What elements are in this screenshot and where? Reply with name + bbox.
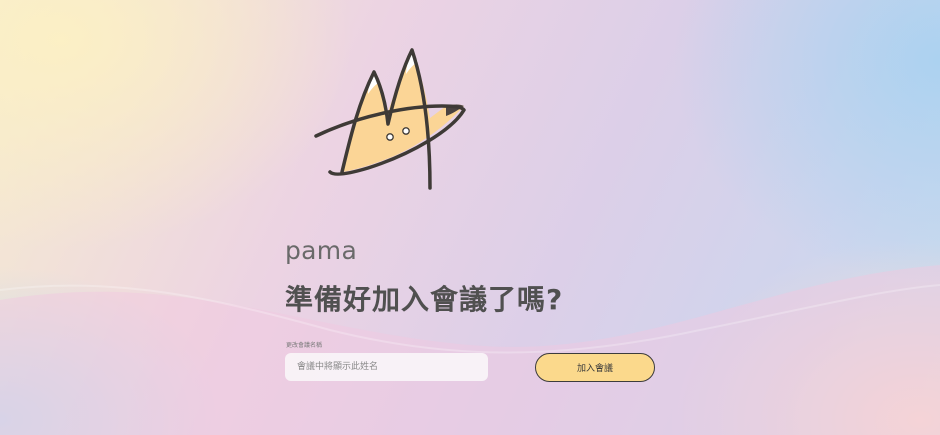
name-field-label: 更改會議名稱 bbox=[286, 342, 323, 349]
join-meeting-screen: pama 準備好加入會議了嗎? 更改會議名稱 加入會議 bbox=[0, 0, 940, 435]
join-meeting-button[interactable]: 加入會議 bbox=[535, 353, 655, 382]
user-name: pama bbox=[285, 236, 358, 265]
cat-m-logo-icon bbox=[314, 48, 466, 190]
page-title: 準備好加入會議了嗎? bbox=[285, 283, 564, 316]
display-name-input[interactable] bbox=[285, 353, 488, 381]
